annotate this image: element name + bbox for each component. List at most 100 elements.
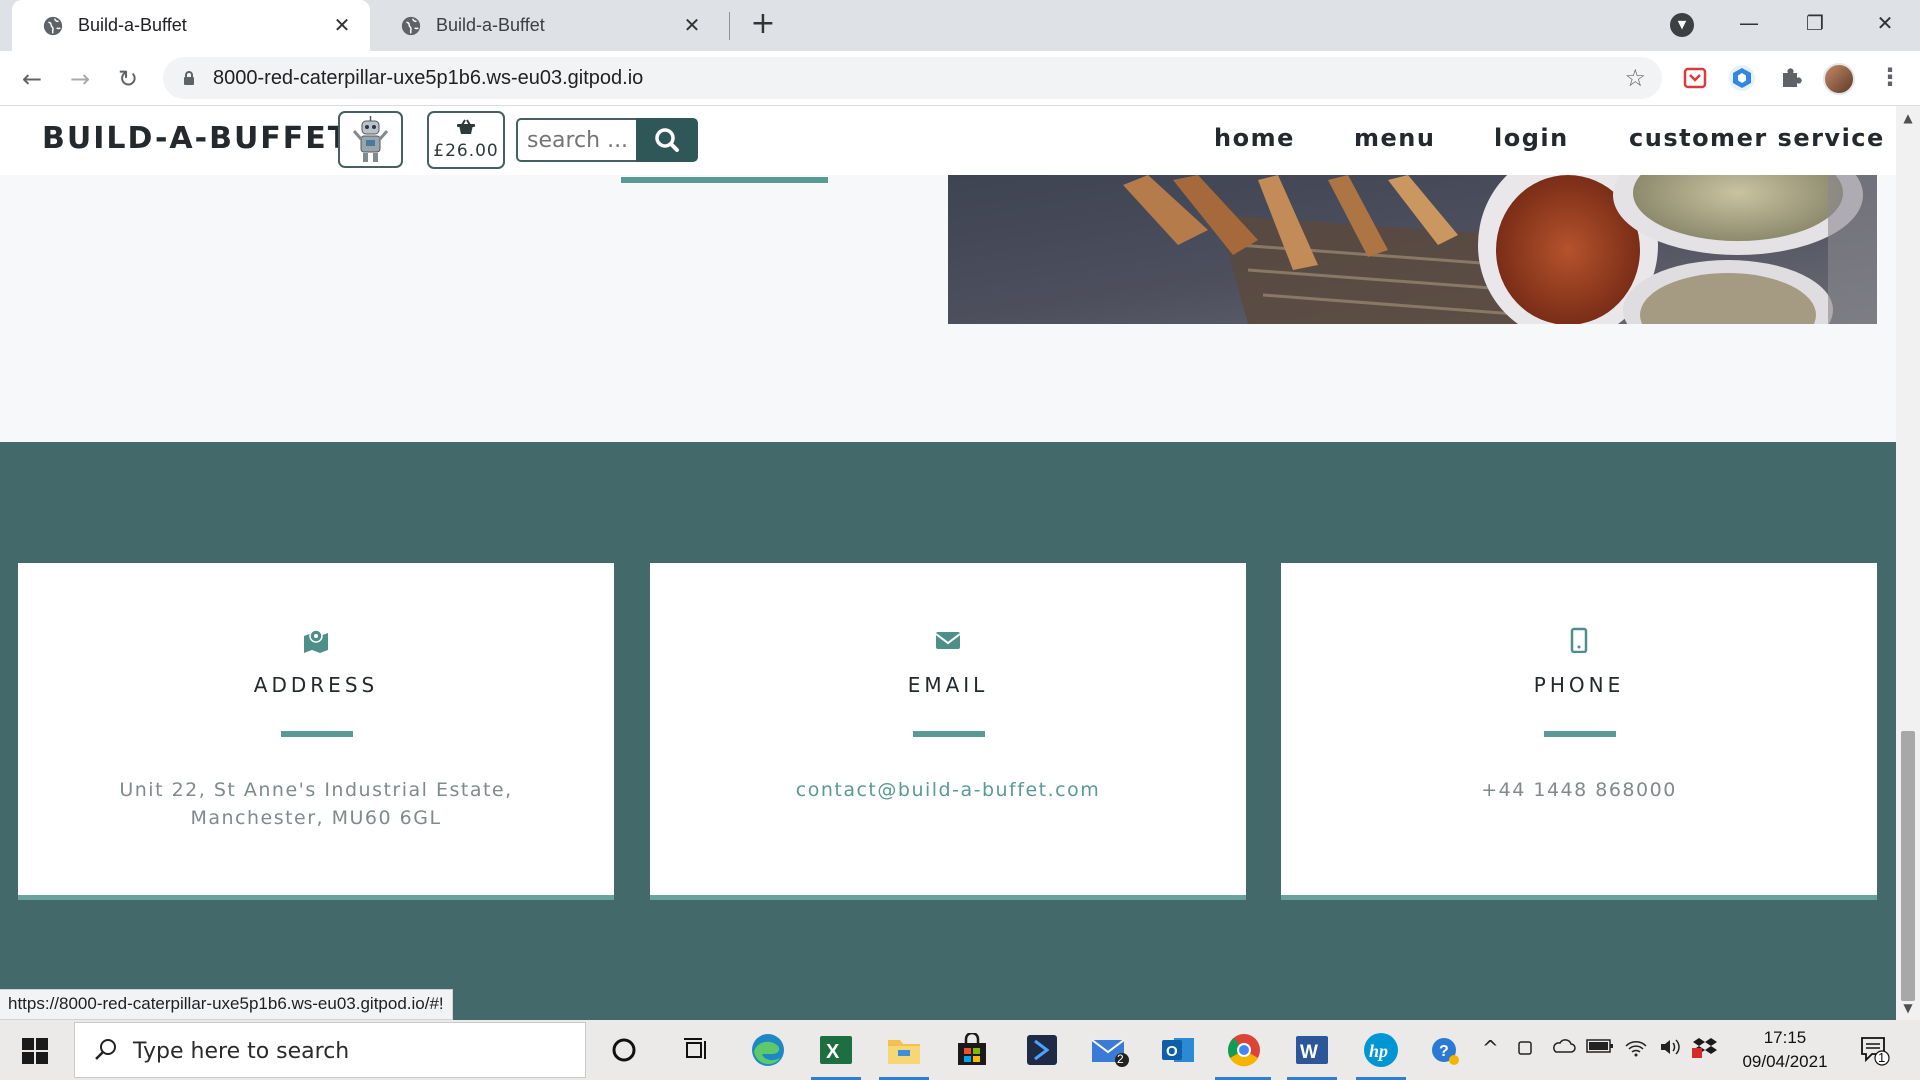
- onedrive-cloud-icon[interactable]: [1550, 1036, 1576, 1061]
- email-link[interactable]: contact@build-a-buffet.com: [690, 776, 1206, 804]
- svg-text:X: X: [826, 1041, 840, 1063]
- outlook-icon[interactable]: O: [1158, 1030, 1198, 1070]
- globe-icon: [43, 16, 63, 35]
- search-input[interactable]: [516, 118, 638, 162]
- mail-badge: 2: [1117, 1052, 1124, 1066]
- powershell-icon[interactable]: [1022, 1030, 1062, 1070]
- shopping-basket-icon: [429, 119, 503, 139]
- help-icon[interactable]: ?: [1430, 1036, 1460, 1071]
- link-status-bubble: https://8000-red-caterpillar-uxe5p1b6.ws…: [0, 989, 453, 1020]
- search-icon: [655, 128, 679, 152]
- nav-menu[interactable]: menu: [1354, 124, 1435, 152]
- section-accent-bar: [621, 177, 828, 183]
- phone-card: PHONE +44 1448 868000: [1281, 563, 1877, 900]
- nav-login[interactable]: login: [1494, 124, 1569, 152]
- cortana-icon[interactable]: [604, 1030, 644, 1070]
- robot-icon: [352, 116, 389, 162]
- chrome-icon[interactable]: [1224, 1030, 1264, 1070]
- clock-date: 09/04/2021: [1742, 1052, 1828, 1071]
- close-window-icon[interactable]: ✕: [1860, 8, 1910, 38]
- scroll-thumb[interactable]: [1901, 731, 1915, 1001]
- tab-search-icon[interactable]: ▼: [1670, 13, 1694, 37]
- search-icon: [95, 1039, 116, 1060]
- pocket-extension-icon[interactable]: [1680, 63, 1710, 93]
- globe-icon: [401, 16, 421, 35]
- food-photo: [948, 175, 1877, 324]
- card-title: PHONE: [1533, 673, 1625, 697]
- wifi-icon[interactable]: [1624, 1036, 1648, 1063]
- system-clock[interactable]: 17:15 09/04/2021: [1730, 1026, 1840, 1074]
- basket-button[interactable]: £26.00: [427, 111, 505, 169]
- reload-icon[interactable]: ↻: [112, 63, 144, 95]
- svg-text:W: W: [1300, 1042, 1318, 1063]
- scroll-down-arrow-icon[interactable]: ▼: [1896, 998, 1920, 1018]
- volume-icon[interactable]: [1658, 1036, 1682, 1063]
- svg-text:?: ?: [1439, 1043, 1449, 1060]
- card-divider: [913, 731, 985, 737]
- taskbar-search-text: Type here to search: [133, 1039, 350, 1064]
- store-icon[interactable]: [952, 1030, 992, 1070]
- show-hidden-icons-chevron-icon[interactable]: ^: [1482, 1036, 1499, 1060]
- tab-title: Build-a-Buffet: [436, 15, 545, 35]
- edge-browser-icon[interactable]: [748, 1030, 788, 1070]
- envelope-icon: [935, 632, 961, 649]
- email-card: EMAIL contact@build-a-buffet.com: [650, 563, 1246, 900]
- restore-icon[interactable]: ❐: [1790, 8, 1840, 38]
- task-view-icon[interactable]: [676, 1030, 716, 1070]
- card-title: ADDRESS: [253, 673, 379, 697]
- robot-mascot-button[interactable]: [338, 111, 403, 168]
- card-divider: [281, 731, 353, 737]
- page-viewport: BUILD-A-BUFFET £26.00 home menu: [0, 106, 1896, 1020]
- address-text: Unit 22, St Anne's Industrial Estate, Ma…: [119, 779, 513, 829]
- nav-home[interactable]: home: [1214, 124, 1295, 152]
- site-logo-text[interactable]: BUILD-A-BUFFET: [42, 121, 350, 156]
- page-scrollbar[interactable]: ▲ ▼: [1896, 106, 1920, 1020]
- browser-tab-bar: Build-a-Buffet ✕ Build-a-Buffet ✕ + ▼ — …: [0, 0, 1920, 51]
- notifications-icon[interactable]: 1: [1858, 1034, 1890, 1066]
- svg-text:hp: hp: [1369, 1041, 1388, 1061]
- mobile-phone-icon: [1570, 627, 1588, 653]
- lock-icon: [184, 71, 194, 85]
- minimize-icon[interactable]: —: [1724, 8, 1774, 38]
- mail-icon[interactable]: 2: [1090, 1030, 1130, 1070]
- extensions-puzzle-icon[interactable]: [1775, 63, 1805, 93]
- close-tab-icon[interactable]: ✕: [330, 13, 354, 38]
- contact-footer: ADDRESS Unit 22, St Anne's Industrial Es…: [0, 442, 1896, 1020]
- card-title: EMAIL: [907, 673, 989, 697]
- shield-extension-icon[interactable]: [1727, 63, 1757, 93]
- address-bar[interactable]: 8000-red-caterpillar-uxe5p1b6.ws-eu03.gi…: [163, 57, 1662, 99]
- tab-title: Build-a-Buffet: [78, 15, 187, 35]
- site-header: BUILD-A-BUFFET £26.00 home menu: [0, 106, 1896, 175]
- excel-icon[interactable]: X: [816, 1030, 856, 1070]
- tab-build-a-buffet-inactive[interactable]: Build-a-Buffet ✕: [370, 0, 720, 51]
- new-tab-button[interactable]: +: [748, 9, 778, 40]
- taskbar-search-box[interactable]: Type here to search: [74, 1022, 586, 1078]
- file-explorer-icon[interactable]: [884, 1030, 924, 1070]
- tab-separator: [729, 12, 730, 40]
- dropbox-icon[interactable]: [1692, 1036, 1718, 1065]
- word-icon[interactable]: W: [1292, 1030, 1332, 1070]
- url-text[interactable]: 8000-red-caterpillar-uxe5p1b6.ws-eu03.gi…: [213, 67, 643, 90]
- scroll-up-arrow-icon[interactable]: ▲: [1896, 108, 1920, 128]
- notification-count: 1: [1878, 1050, 1886, 1065]
- card-divider: [1544, 731, 1616, 737]
- windows-start-icon[interactable]: [22, 1038, 48, 1064]
- browser-toolbar: ← → ↻ 8000-red-caterpillar-uxe5p1b6.ws-e…: [0, 51, 1920, 106]
- tab-build-a-buffet-active[interactable]: Build-a-Buffet ✕: [12, 0, 370, 51]
- phone-text: +44 1448 868000: [1481, 779, 1677, 801]
- back-icon[interactable]: ←: [16, 63, 48, 95]
- meet-now-icon[interactable]: [1516, 1036, 1536, 1063]
- battery-icon[interactable]: [1586, 1036, 1614, 1061]
- hp-icon[interactable]: hp: [1361, 1030, 1401, 1070]
- svg-text:O: O: [1166, 1043, 1178, 1060]
- forward-icon[interactable]: →: [64, 63, 96, 95]
- nav-customer-service[interactable]: customer service: [1629, 124, 1885, 152]
- windows-taskbar: Type here to search X 2 O W hp ? ^ 17:15…: [0, 1020, 1920, 1080]
- bookmark-star-icon[interactable]: ☆: [1624, 64, 1646, 92]
- basket-total: £26.00: [433, 141, 499, 161]
- search-button[interactable]: [636, 118, 698, 162]
- map-marker-icon: [304, 629, 328, 653]
- profile-avatar[interactable]: [1823, 63, 1855, 95]
- close-tab-icon[interactable]: ✕: [680, 13, 704, 38]
- menu-icon[interactable]: ⋮: [1878, 63, 1902, 91]
